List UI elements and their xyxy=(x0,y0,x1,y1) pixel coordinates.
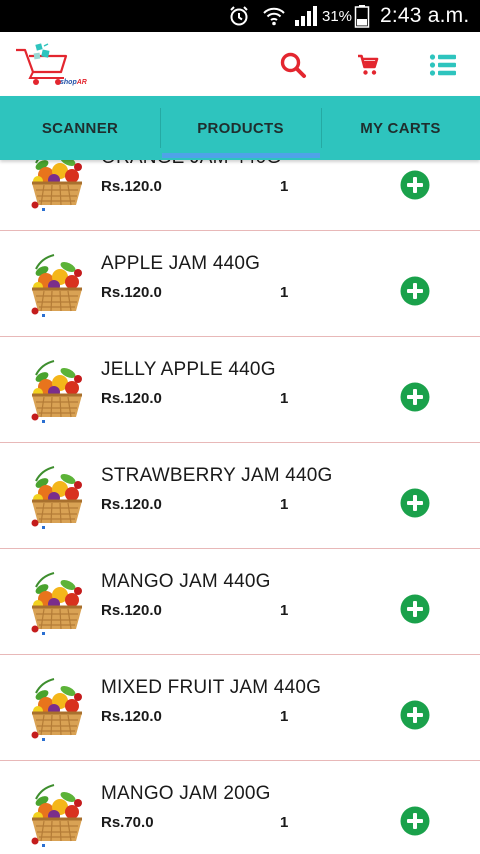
product-price: Rs.120.0 xyxy=(101,496,162,513)
list-item[interactable]: JELLY APPLE 440G Rs.120.0 1 xyxy=(0,337,480,443)
app-bar: shopAR xyxy=(0,32,480,96)
product-price: Rs.120.0 xyxy=(101,390,162,407)
battery-icon xyxy=(354,0,370,32)
product-name: JELLY APPLE 440G xyxy=(101,359,276,380)
product-name: STRAWBERRY JAM 440G xyxy=(101,465,333,486)
fruit-basket-image xyxy=(31,360,82,423)
battery-percent: 31% xyxy=(322,7,353,25)
logo-text: shopAR xyxy=(60,79,87,86)
search-icon[interactable] xyxy=(278,50,308,80)
list-item[interactable]: APPLE JAM 440G Rs.120.0 1 xyxy=(0,231,480,337)
product-quantity: 1 xyxy=(280,284,289,301)
product-name: MANGO JAM 440G xyxy=(101,571,271,592)
product-quantity: 1 xyxy=(280,496,289,513)
product-price: Rs.70.0 xyxy=(101,814,154,831)
add-to-cart-icon[interactable] xyxy=(400,700,430,730)
add-to-cart-icon[interactable] xyxy=(400,594,430,624)
list-item[interactable]: MANGO JAM 200G Rs.70.0 1 xyxy=(0,761,480,854)
product-price: Rs.120.0 xyxy=(101,178,162,195)
add-to-cart-icon[interactable] xyxy=(400,170,430,200)
product-quantity: 1 xyxy=(280,390,289,407)
product-name: MIXED FRUIT JAM 440G xyxy=(101,677,322,698)
tab-bar: SCANNER PRODUCTS MY CARTS xyxy=(0,96,480,160)
product-price: Rs.120.0 xyxy=(101,602,162,619)
shopar-logo[interactable]: shopAR xyxy=(14,42,94,88)
fruit-basket-image xyxy=(31,254,82,317)
status-bar: 31% 2:43 a.m. xyxy=(0,0,480,32)
list-item[interactable]: STRAWBERRY JAM 440G Rs.120.0 1 xyxy=(0,443,480,549)
clock-time: 2:43 a.m. xyxy=(380,4,470,27)
signal-icon xyxy=(294,0,318,32)
add-to-cart-icon[interactable] xyxy=(400,382,430,412)
cart-icon[interactable] xyxy=(353,50,383,80)
fruit-basket-image xyxy=(31,784,82,847)
list-item[interactable]: MIXED FRUIT JAM 440G Rs.120.0 1 xyxy=(0,655,480,761)
product-list[interactable]: ORANGE JAM 440G Rs.120.0 1 APPLE JAM 440… xyxy=(0,125,480,854)
fruit-basket-image xyxy=(31,466,82,529)
add-to-cart-icon[interactable] xyxy=(400,488,430,518)
tab-my-carts[interactable]: MY CARTS xyxy=(321,96,480,160)
add-to-cart-icon[interactable] xyxy=(400,806,430,836)
tab-products[interactable]: PRODUCTS xyxy=(160,96,321,160)
add-to-cart-icon[interactable] xyxy=(400,276,430,306)
fruit-basket-image xyxy=(31,678,82,741)
list-menu-icon[interactable] xyxy=(428,50,458,80)
product-quantity: 1 xyxy=(280,814,289,831)
tab-scanner[interactable]: SCANNER xyxy=(0,96,160,160)
product-price: Rs.120.0 xyxy=(101,708,162,725)
wifi-icon xyxy=(262,0,286,32)
product-price: Rs.120.0 xyxy=(101,284,162,301)
product-name: MANGO JAM 200G xyxy=(101,783,271,804)
fruit-basket-image xyxy=(31,572,82,635)
product-name: APPLE JAM 440G xyxy=(101,253,261,274)
product-quantity: 1 xyxy=(280,708,289,725)
product-quantity: 1 xyxy=(280,602,289,619)
product-quantity: 1 xyxy=(280,178,289,195)
list-item[interactable]: MANGO JAM 440G Rs.120.0 1 xyxy=(0,549,480,655)
alarm-icon xyxy=(228,0,250,32)
selected-tab-indicator xyxy=(162,153,320,158)
